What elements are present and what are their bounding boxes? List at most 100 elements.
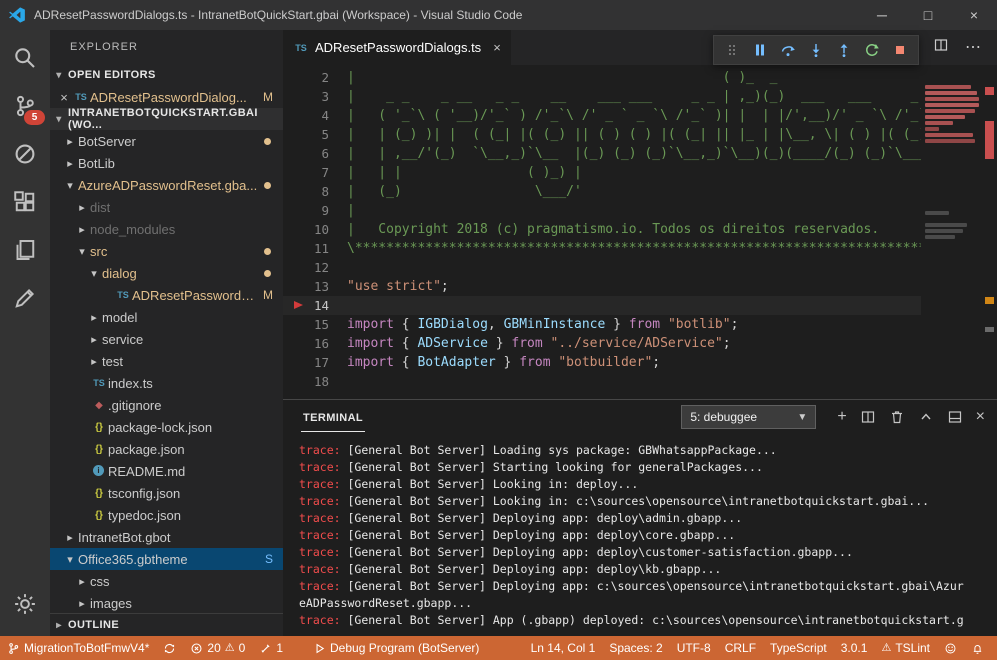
step-into-button[interactable]: [803, 38, 829, 62]
code-line-12[interactable]: 12: [283, 258, 997, 277]
stop-button[interactable]: [887, 38, 913, 62]
activity-extensions[interactable]: [0, 178, 50, 226]
tree-item-images[interactable]: ▸images: [50, 592, 283, 613]
line-number[interactable]: 9: [283, 201, 347, 220]
new-terminal-button[interactable]: +: [837, 409, 846, 425]
close-icon[interactable]: ×: [56, 90, 72, 105]
debug-status[interactable]: Debug Program (BotServer): [306, 636, 486, 660]
line-number[interactable]: 17: [283, 353, 347, 372]
line-number[interactable]: 8: [283, 182, 347, 201]
sync-button[interactable]: [156, 636, 183, 660]
code-line-8[interactable]: 8| (_) \___/' |: [283, 182, 997, 201]
restart-button[interactable]: [859, 38, 885, 62]
tree-item-adresetpassworddial-[interactable]: TSADResetPasswordDial...M: [50, 284, 283, 306]
settings-button[interactable]: [0, 580, 50, 628]
workspace-header[interactable]: ▾ INTRANETBOTQUICKSTART.GBAI (WO...: [50, 108, 283, 130]
git-branch-status[interactable]: MigrationToBotFmwV4*: [0, 636, 156, 660]
tree-item-package-json[interactable]: {}package.json: [50, 438, 283, 460]
tree-item-botlib[interactable]: ▸BotLib: [50, 152, 283, 174]
code-editor[interactable]: 2| ( )_ _ |3| _ _ _ __ _ _ __ ___ ___ _ …: [283, 65, 997, 399]
language-status[interactable]: TypeScript: [763, 636, 834, 660]
more-actions-icon[interactable]: ⋯: [965, 40, 981, 56]
close-button[interactable]: ×: [951, 0, 997, 30]
tree-item-intranetbot-gbot[interactable]: ▸IntranetBot.gbot: [50, 526, 283, 548]
code-line-7[interactable]: 7| | | ( )_) | |: [283, 163, 997, 182]
encoding-status[interactable]: UTF-8: [670, 636, 718, 660]
tree-item-test[interactable]: ▸test: [50, 350, 283, 372]
activity-search[interactable]: [0, 34, 50, 82]
line-number[interactable]: 18: [283, 372, 347, 391]
code-line-16[interactable]: 16import { ADService } from "../service/…: [283, 334, 997, 353]
minimize-button[interactable]: ─: [859, 0, 905, 30]
line-number[interactable]: 16: [283, 334, 347, 353]
line-number[interactable]: 5: [283, 125, 347, 144]
tslint-status[interactable]: ⚠ TSLint: [874, 636, 937, 660]
tree-item-package-lock-json[interactable]: {}package-lock.json: [50, 416, 283, 438]
tree-item-src[interactable]: ▾src: [50, 240, 283, 262]
tree-item-model[interactable]: ▸model: [50, 306, 283, 328]
tree-item-botserver[interactable]: ▸BotServer: [50, 130, 283, 152]
activity-edit[interactable]: [0, 274, 50, 322]
tree-item-office365-gbtheme[interactable]: ▾Office365.gbthemeS: [50, 548, 283, 570]
terminal-selector[interactable]: 5: debuggee ▼: [681, 405, 816, 429]
split-terminal-button[interactable]: [860, 409, 876, 425]
tree-item-dialog[interactable]: ▾dialog: [50, 262, 283, 284]
tools-status[interactable]: 1: [252, 636, 290, 660]
code-line-4[interactable]: 4| ( '_`\ ( '__)/'_` ) /'_`\ /' _ ` _ `\…: [283, 106, 997, 125]
minimap[interactable]: [921, 65, 983, 399]
code-line-18[interactable]: 18: [283, 372, 997, 391]
code-line-5[interactable]: 5| | (_) )| | ( (_| |( (_) || ( ) ( ) |(…: [283, 125, 997, 144]
drag-handle-icon[interactable]: [719, 38, 745, 62]
tree-item-dist[interactable]: ▸dist: [50, 196, 283, 218]
indentation-status[interactable]: Spaces: 2: [602, 636, 669, 660]
notifications-button[interactable]: [964, 636, 991, 660]
pause-button[interactable]: [747, 38, 773, 62]
terminal-output[interactable]: trace: [General Bot Server] Loading sys …: [283, 434, 997, 636]
tab-adresetpassworddialogs-ts[interactable]: TS ADResetPasswordDialogs.ts ×: [283, 30, 511, 65]
split-editor-icon[interactable]: [933, 37, 949, 58]
activity-debug[interactable]: [0, 130, 50, 178]
code-line-6[interactable]: 6| | ,__/'(_) `\__,_)`\__ |(_) (_) (_)`\…: [283, 144, 997, 163]
code-line-13[interactable]: 13"use strict";: [283, 277, 997, 296]
open-editors-header[interactable]: ▾ OPEN EDITORS: [50, 64, 283, 86]
code-line-11[interactable]: 11\*************************************…: [283, 239, 997, 258]
version-status[interactable]: 3.0.1: [834, 636, 875, 660]
maximize-button[interactable]: □: [905, 0, 951, 30]
activity-files[interactable]: [0, 226, 50, 274]
outline-header[interactable]: ▸ OUTLINE: [50, 613, 283, 636]
close-panel-button[interactable]: ×: [976, 409, 985, 425]
tree-item-service[interactable]: ▸service: [50, 328, 283, 350]
line-number[interactable]: 15: [283, 315, 347, 334]
code-line-3[interactable]: 3| _ _ _ __ _ _ __ ___ ___ _ _ | ,_)(_) …: [283, 87, 997, 106]
tree-item-node-modules[interactable]: ▸node_modules: [50, 218, 283, 240]
line-number[interactable]: 4: [283, 106, 347, 125]
tree-item-typedoc-json[interactable]: {}typedoc.json: [50, 504, 283, 526]
line-number[interactable]: 6: [283, 144, 347, 163]
code-line-10[interactable]: 10| Copyright 2018 (c) pragmatismo.io. T…: [283, 220, 997, 239]
code-line-17[interactable]: 17import { BotAdapter } from "botbuilder…: [283, 353, 997, 372]
step-out-button[interactable]: [831, 38, 857, 62]
code-line-15[interactable]: 15import { IGBDialog, GBMinInstance } fr…: [283, 315, 997, 334]
line-number[interactable]: 11: [283, 239, 347, 258]
line-number[interactable]: 12: [283, 258, 347, 277]
activity-source-control[interactable]: 5: [0, 82, 50, 130]
tree-item-css[interactable]: ▸css: [50, 570, 283, 592]
tab-terminal[interactable]: TERMINAL: [301, 403, 365, 432]
code-line-2[interactable]: 2| ( )_ _ |: [283, 68, 997, 87]
line-number[interactable]: 2: [283, 68, 347, 87]
eol-status[interactable]: CRLF: [718, 636, 763, 660]
tree-item-readme-md[interactable]: iREADME.md: [50, 460, 283, 482]
code-line-14[interactable]: 14: [283, 296, 997, 315]
code-line-9[interactable]: 9| |: [283, 201, 997, 220]
open-editor-item[interactable]: × TS ADResetPasswordDialog... M: [50, 86, 283, 108]
cursor-position-status[interactable]: Ln 14, Col 1: [524, 636, 603, 660]
close-icon[interactable]: ×: [493, 40, 501, 55]
tree-item-tsconfig-json[interactable]: {}tsconfig.json: [50, 482, 283, 504]
step-over-button[interactable]: [775, 38, 801, 62]
kill-terminal-button[interactable]: [889, 409, 905, 425]
tree-item--gitignore[interactable]: ◆.gitignore: [50, 394, 283, 416]
line-number[interactable]: 10: [283, 220, 347, 239]
problems-status[interactable]: 20 ⚠ 0: [183, 636, 252, 660]
tree-item-index-ts[interactable]: TSindex.ts: [50, 372, 283, 394]
feedback-button[interactable]: [937, 636, 964, 660]
